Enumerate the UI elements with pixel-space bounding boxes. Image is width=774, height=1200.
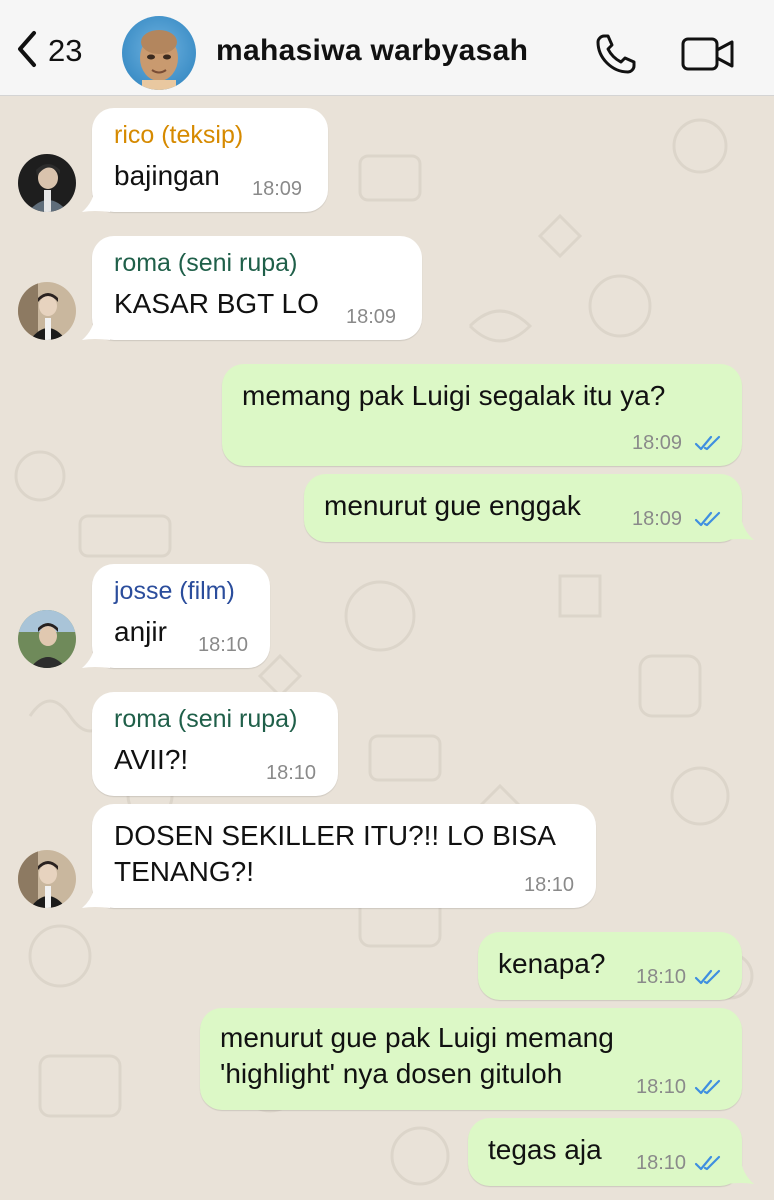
- message-time: 18:10: [198, 634, 249, 656]
- double-check-icon: [694, 1079, 721, 1095]
- chat-title[interactable]: mahasiwa warbyasah: [216, 34, 528, 68]
- message-text: kenapa?: [498, 948, 606, 979]
- message-text: bajingan: [114, 160, 220, 191]
- double-check-icon: [694, 969, 721, 985]
- message-time: 18:10: [636, 1076, 687, 1098]
- message-text: menurut gue pak Luigi memang 'highlight'…: [220, 1022, 614, 1089]
- chat-screen: 23 mahasiwa warbyasah rico (teksip) baji…: [0, 0, 774, 1200]
- message-text: AVII?!: [114, 744, 189, 775]
- double-check-icon: [694, 511, 721, 527]
- message-time: 18:09: [252, 178, 303, 200]
- bubble-tail: [726, 1156, 754, 1184]
- video-camera-icon: [680, 37, 736, 76]
- avatar-roma[interactable]: [18, 850, 76, 908]
- phone-icon: [592, 34, 640, 82]
- bubble-tail: [726, 512, 754, 540]
- double-check-icon: [694, 435, 721, 451]
- back-button[interactable]: 23: [12, 26, 112, 76]
- bubble-tail: [82, 184, 110, 212]
- sender-name[interactable]: josse (film): [114, 576, 235, 606]
- message-time: 18:10: [266, 762, 317, 784]
- message-bubble[interactable]: tegas aja 18:10: [468, 1118, 742, 1186]
- message-text: memang pak Luigi segalak itu ya?: [242, 380, 666, 411]
- message-bubble[interactable]: menurut gue enggak 18:09: [304, 474, 742, 542]
- double-check-icon: [694, 1155, 721, 1171]
- message-time: 18:10: [636, 966, 687, 988]
- message-time: 18:10: [524, 874, 575, 896]
- avatar-roma[interactable]: [18, 282, 76, 340]
- unread-count: 23: [48, 33, 83, 68]
- bubble-tail: [82, 640, 110, 668]
- video-call-button[interactable]: [680, 36, 736, 72]
- avatar-josse[interactable]: [18, 610, 76, 668]
- message-bubble[interactable]: DOSEN SEKILLER ITU?!! LO BISA TENANG?! 1…: [92, 804, 596, 908]
- sender-name[interactable]: rico (teksip): [114, 120, 243, 150]
- message-bubble[interactable]: memang pak Luigi segalak itu ya? 18:09: [222, 364, 742, 466]
- chevron-left-icon: [12, 27, 42, 76]
- message-time: 18:09: [346, 306, 397, 328]
- message-bubble[interactable]: rico (teksip) bajingan 18:09: [92, 108, 328, 212]
- message-bubble[interactable]: roma (seni rupa) AVII?! 18:10: [92, 692, 338, 796]
- message-time: 18:10: [636, 1152, 687, 1174]
- message-time: 18:09: [632, 508, 683, 530]
- message-text: DOSEN SEKILLER ITU?!! LO BISA TENANG?!: [114, 820, 556, 887]
- message-text: menurut gue enggak: [324, 490, 581, 521]
- voice-call-button[interactable]: [592, 30, 640, 78]
- avatar-rico[interactable]: [18, 154, 76, 212]
- sender-name[interactable]: roma (seni rupa): [114, 248, 297, 278]
- message-bubble[interactable]: josse (film) anjir 18:10: [92, 564, 270, 668]
- message-bubble[interactable]: menurut gue pak Luigi memang 'highlight'…: [200, 1008, 742, 1110]
- message-bubble[interactable]: roma (seni rupa) KASAR BGT LO 18:09: [92, 236, 422, 340]
- sender-name[interactable]: roma (seni rupa): [114, 704, 297, 734]
- bubble-tail: [82, 312, 110, 340]
- message-list[interactable]: rico (teksip) bajingan 18:09 roma (seni …: [0, 96, 774, 1200]
- chat-header: 23 mahasiwa warbyasah: [0, 0, 774, 96]
- message-bubble[interactable]: kenapa? 18:10: [478, 932, 742, 1000]
- message-text: KASAR BGT LO: [114, 288, 319, 319]
- message-text: tegas aja: [488, 1134, 602, 1165]
- message-text: anjir: [114, 616, 167, 647]
- message-time: 18:09: [632, 432, 683, 454]
- bubble-tail: [82, 880, 110, 908]
- group-avatar[interactable]: [122, 16, 196, 90]
